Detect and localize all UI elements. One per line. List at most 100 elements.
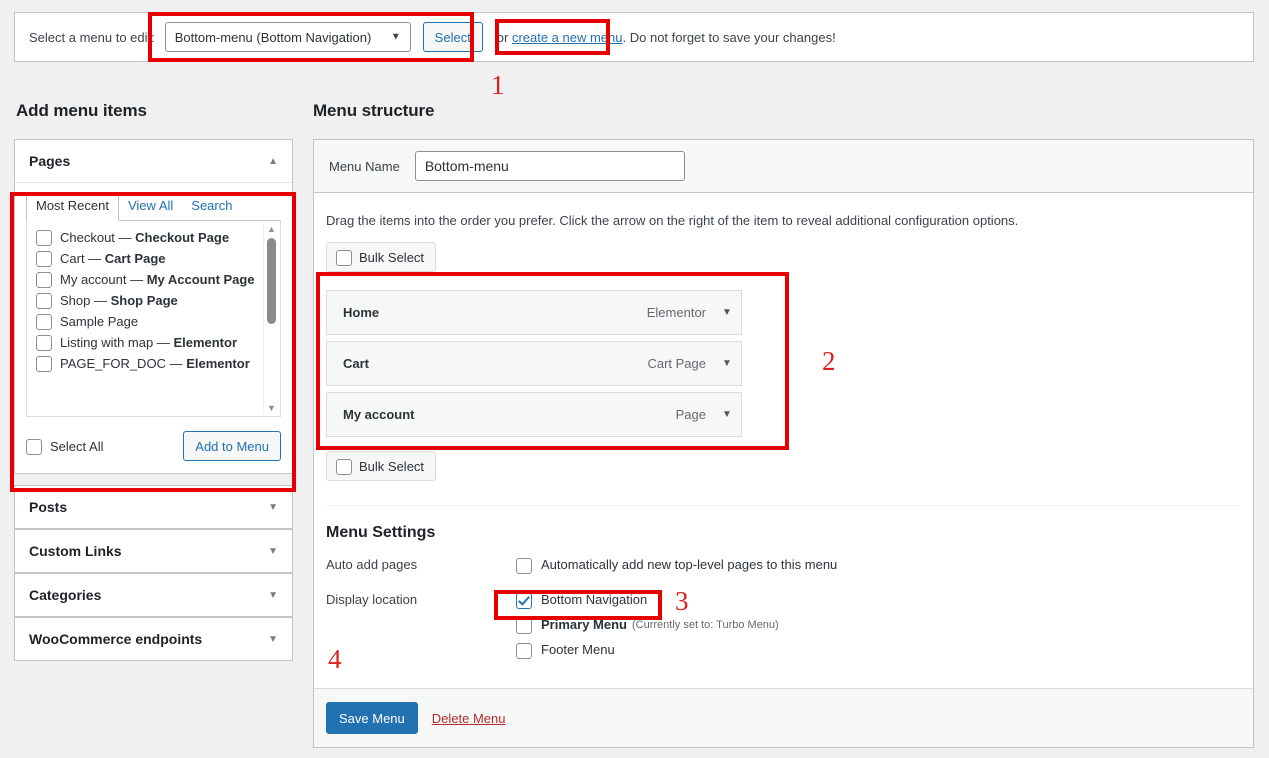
display-location-label: Display location bbox=[326, 592, 418, 607]
location-label: Primary Menu bbox=[541, 617, 627, 632]
chevron-up-icon: ▲ bbox=[268, 155, 278, 167]
bulk-select-checkbox[interactable] bbox=[336, 458, 352, 475]
drag-hint-text: Drag the items into the order you prefer… bbox=[326, 213, 1019, 228]
save-menu-button[interactable]: Save Menu bbox=[326, 702, 418, 734]
page-checkbox[interactable] bbox=[36, 272, 52, 288]
menu-name-input[interactable] bbox=[414, 151, 685, 181]
woocommerce-endpoints-accordion: WooCommerce endpoints ▼ bbox=[14, 617, 293, 661]
posts-accordion-title: Posts bbox=[29, 499, 68, 515]
page-checkbox[interactable] bbox=[36, 314, 52, 330]
list-item-bold: Cart Page bbox=[104, 251, 166, 266]
list-item-label: PAGE_FOR_DOC — Elementor bbox=[60, 355, 250, 372]
select-button[interactable]: Select bbox=[422, 22, 483, 52]
location-checkbox[interactable] bbox=[516, 642, 532, 659]
list-item-plain: My account — bbox=[60, 272, 147, 287]
menu-item-home[interactable]: Home Elementor ▼ bbox=[326, 290, 742, 335]
chevron-down-icon[interactable]: ▼ bbox=[720, 409, 734, 420]
list-item[interactable]: Listing with map — Elementor bbox=[36, 332, 280, 353]
scroll-up-icon[interactable]: ▲ bbox=[266, 224, 277, 234]
location-primary-menu[interactable]: Primary Menu (Currently set to: Turbo Me… bbox=[516, 616, 1238, 634]
page-checkbox[interactable] bbox=[36, 251, 52, 267]
list-item[interactable]: PAGE_FOR_DOC — Elementor bbox=[36, 353, 280, 374]
create-new-menu-link[interactable]: create a new menu bbox=[512, 30, 623, 45]
select-all-checkbox[interactable] bbox=[26, 438, 42, 455]
page-checkbox[interactable] bbox=[36, 230, 52, 246]
list-item-plain: Shop — bbox=[60, 293, 111, 308]
chevron-down-icon: ▼ bbox=[268, 545, 278, 557]
tab-view-all[interactable]: View All bbox=[119, 194, 182, 220]
menu-item-type: Cart Page bbox=[647, 356, 706, 371]
menus-admin-page: Select a menu to edit: Bottom-menu (Bott… bbox=[0, 0, 1269, 758]
list-item-bold: Shop Page bbox=[110, 293, 178, 308]
delete-menu-link[interactable]: Delete Menu bbox=[432, 711, 506, 726]
menu-item-title: Cart bbox=[343, 356, 370, 371]
select-all-control[interactable]: Select All bbox=[26, 438, 103, 455]
add-to-menu-button[interactable]: Add to Menu bbox=[183, 431, 281, 461]
settings-divider bbox=[326, 505, 1238, 506]
location-footer-menu[interactable]: Footer Menu bbox=[516, 641, 1238, 659]
auto-add-pages-label: Auto add pages bbox=[326, 557, 418, 572]
auto-add-pages-checkbox[interactable] bbox=[516, 557, 532, 574]
menu-item-type: Elementor bbox=[646, 305, 706, 320]
menu-item-my-account[interactable]: My account Page ▼ bbox=[326, 392, 742, 437]
list-item-bold: Checkout Page bbox=[135, 230, 230, 245]
pages-list: Checkout — Checkout Page Cart — Cart Pag… bbox=[27, 221, 280, 374]
menu-structure-column: Menu Name Drag the items into the order … bbox=[313, 139, 1254, 748]
menu-item-cart[interactable]: Cart Cart Page ▼ bbox=[326, 341, 742, 386]
list-item[interactable]: Checkout — Checkout Page bbox=[36, 227, 280, 248]
page-checkbox[interactable] bbox=[36, 335, 52, 351]
chevron-down-icon[interactable]: ▼ bbox=[720, 307, 734, 318]
page-checkbox[interactable] bbox=[36, 293, 52, 309]
list-item[interactable]: Shop — Shop Page bbox=[36, 290, 280, 311]
menu-item-type: Page bbox=[675, 407, 706, 422]
list-item-label: My account — My Account Page bbox=[60, 271, 255, 288]
bulk-select-label: Bulk Select bbox=[359, 249, 425, 265]
posts-accordion-header[interactable]: Posts ▼ bbox=[15, 486, 292, 528]
scrollbar-thumb[interactable] bbox=[267, 238, 276, 324]
pages-accordion-header[interactable]: Pages ▲ bbox=[15, 140, 292, 183]
location-checkbox[interactable] bbox=[516, 617, 532, 634]
list-item-plain: Listing with map — bbox=[60, 335, 174, 350]
woocommerce-endpoints-accordion-header[interactable]: WooCommerce endpoints ▼ bbox=[15, 618, 292, 660]
custom-links-accordion-header[interactable]: Custom Links ▼ bbox=[15, 530, 292, 572]
location-label: Footer Menu bbox=[541, 642, 615, 657]
pages-list-scrollbar[interactable]: ▲ ▼ bbox=[263, 222, 279, 415]
scroll-down-icon[interactable]: ▼ bbox=[266, 403, 277, 413]
chevron-down-icon: ▼ bbox=[268, 633, 278, 645]
page-checkbox[interactable] bbox=[36, 356, 52, 372]
menu-item-title: My account bbox=[343, 407, 415, 422]
bulk-select-checkbox[interactable] bbox=[336, 249, 352, 266]
list-item-label: Shop — Shop Page bbox=[60, 292, 178, 309]
custom-links-accordion: Custom Links ▼ bbox=[14, 529, 293, 573]
menu-select-dropdown[interactable]: Bottom-menu (Bottom Navigation) ▼ bbox=[164, 22, 411, 52]
auto-add-pages-option[interactable]: Automatically add new top-level pages to… bbox=[516, 556, 1238, 574]
categories-accordion-header[interactable]: Categories ▼ bbox=[15, 574, 292, 616]
tab-most-recent[interactable]: Most Recent bbox=[26, 193, 119, 221]
location-bottom-navigation[interactable]: Bottom Navigation bbox=[516, 591, 1238, 609]
menu-actions-footer: Save Menu Delete Menu bbox=[314, 688, 1253, 747]
location-checkbox[interactable] bbox=[516, 592, 532, 609]
posts-accordion: Posts ▼ bbox=[14, 485, 293, 529]
list-item[interactable]: My account — My Account Page bbox=[36, 269, 280, 290]
auto-add-pages-row: Auto add pages Automatically add new top… bbox=[326, 556, 1238, 581]
menu-name-bar: Menu Name bbox=[314, 140, 1253, 193]
list-item-bold: Elementor bbox=[186, 356, 250, 371]
location-label: Bottom Navigation bbox=[541, 592, 648, 607]
bulk-select-top[interactable]: Bulk Select bbox=[326, 242, 437, 272]
bulk-select-bottom[interactable]: Bulk Select bbox=[326, 451, 437, 481]
list-item[interactable]: Cart — Cart Page bbox=[36, 248, 280, 269]
chevron-down-icon[interactable]: ▼ bbox=[720, 358, 734, 369]
list-item-bold: My Account Page bbox=[146, 272, 255, 287]
select-menu-bar: Select a menu to edit: Bottom-menu (Bott… bbox=[14, 12, 1254, 62]
list-item-label: Checkout — Checkout Page bbox=[60, 229, 229, 246]
tab-search[interactable]: Search bbox=[182, 194, 241, 220]
add-menu-items-heading: Add menu items bbox=[16, 101, 147, 120]
menu-settings-title: Menu Settings bbox=[326, 524, 436, 541]
display-location-body: Bottom Navigation Primary Menu (Currentl… bbox=[516, 591, 1238, 666]
pages-accordion: Pages ▲ Most Recent View All Search Chec… bbox=[14, 139, 293, 474]
list-item-plain: Sample Page bbox=[60, 314, 139, 329]
categories-accordion: Categories ▼ bbox=[14, 573, 293, 617]
list-item[interactable]: Sample Page bbox=[36, 311, 280, 332]
menu-item-title: Home bbox=[343, 305, 380, 320]
pages-accordion-panel: Most Recent View All Search Checkout — C… bbox=[15, 183, 292, 473]
